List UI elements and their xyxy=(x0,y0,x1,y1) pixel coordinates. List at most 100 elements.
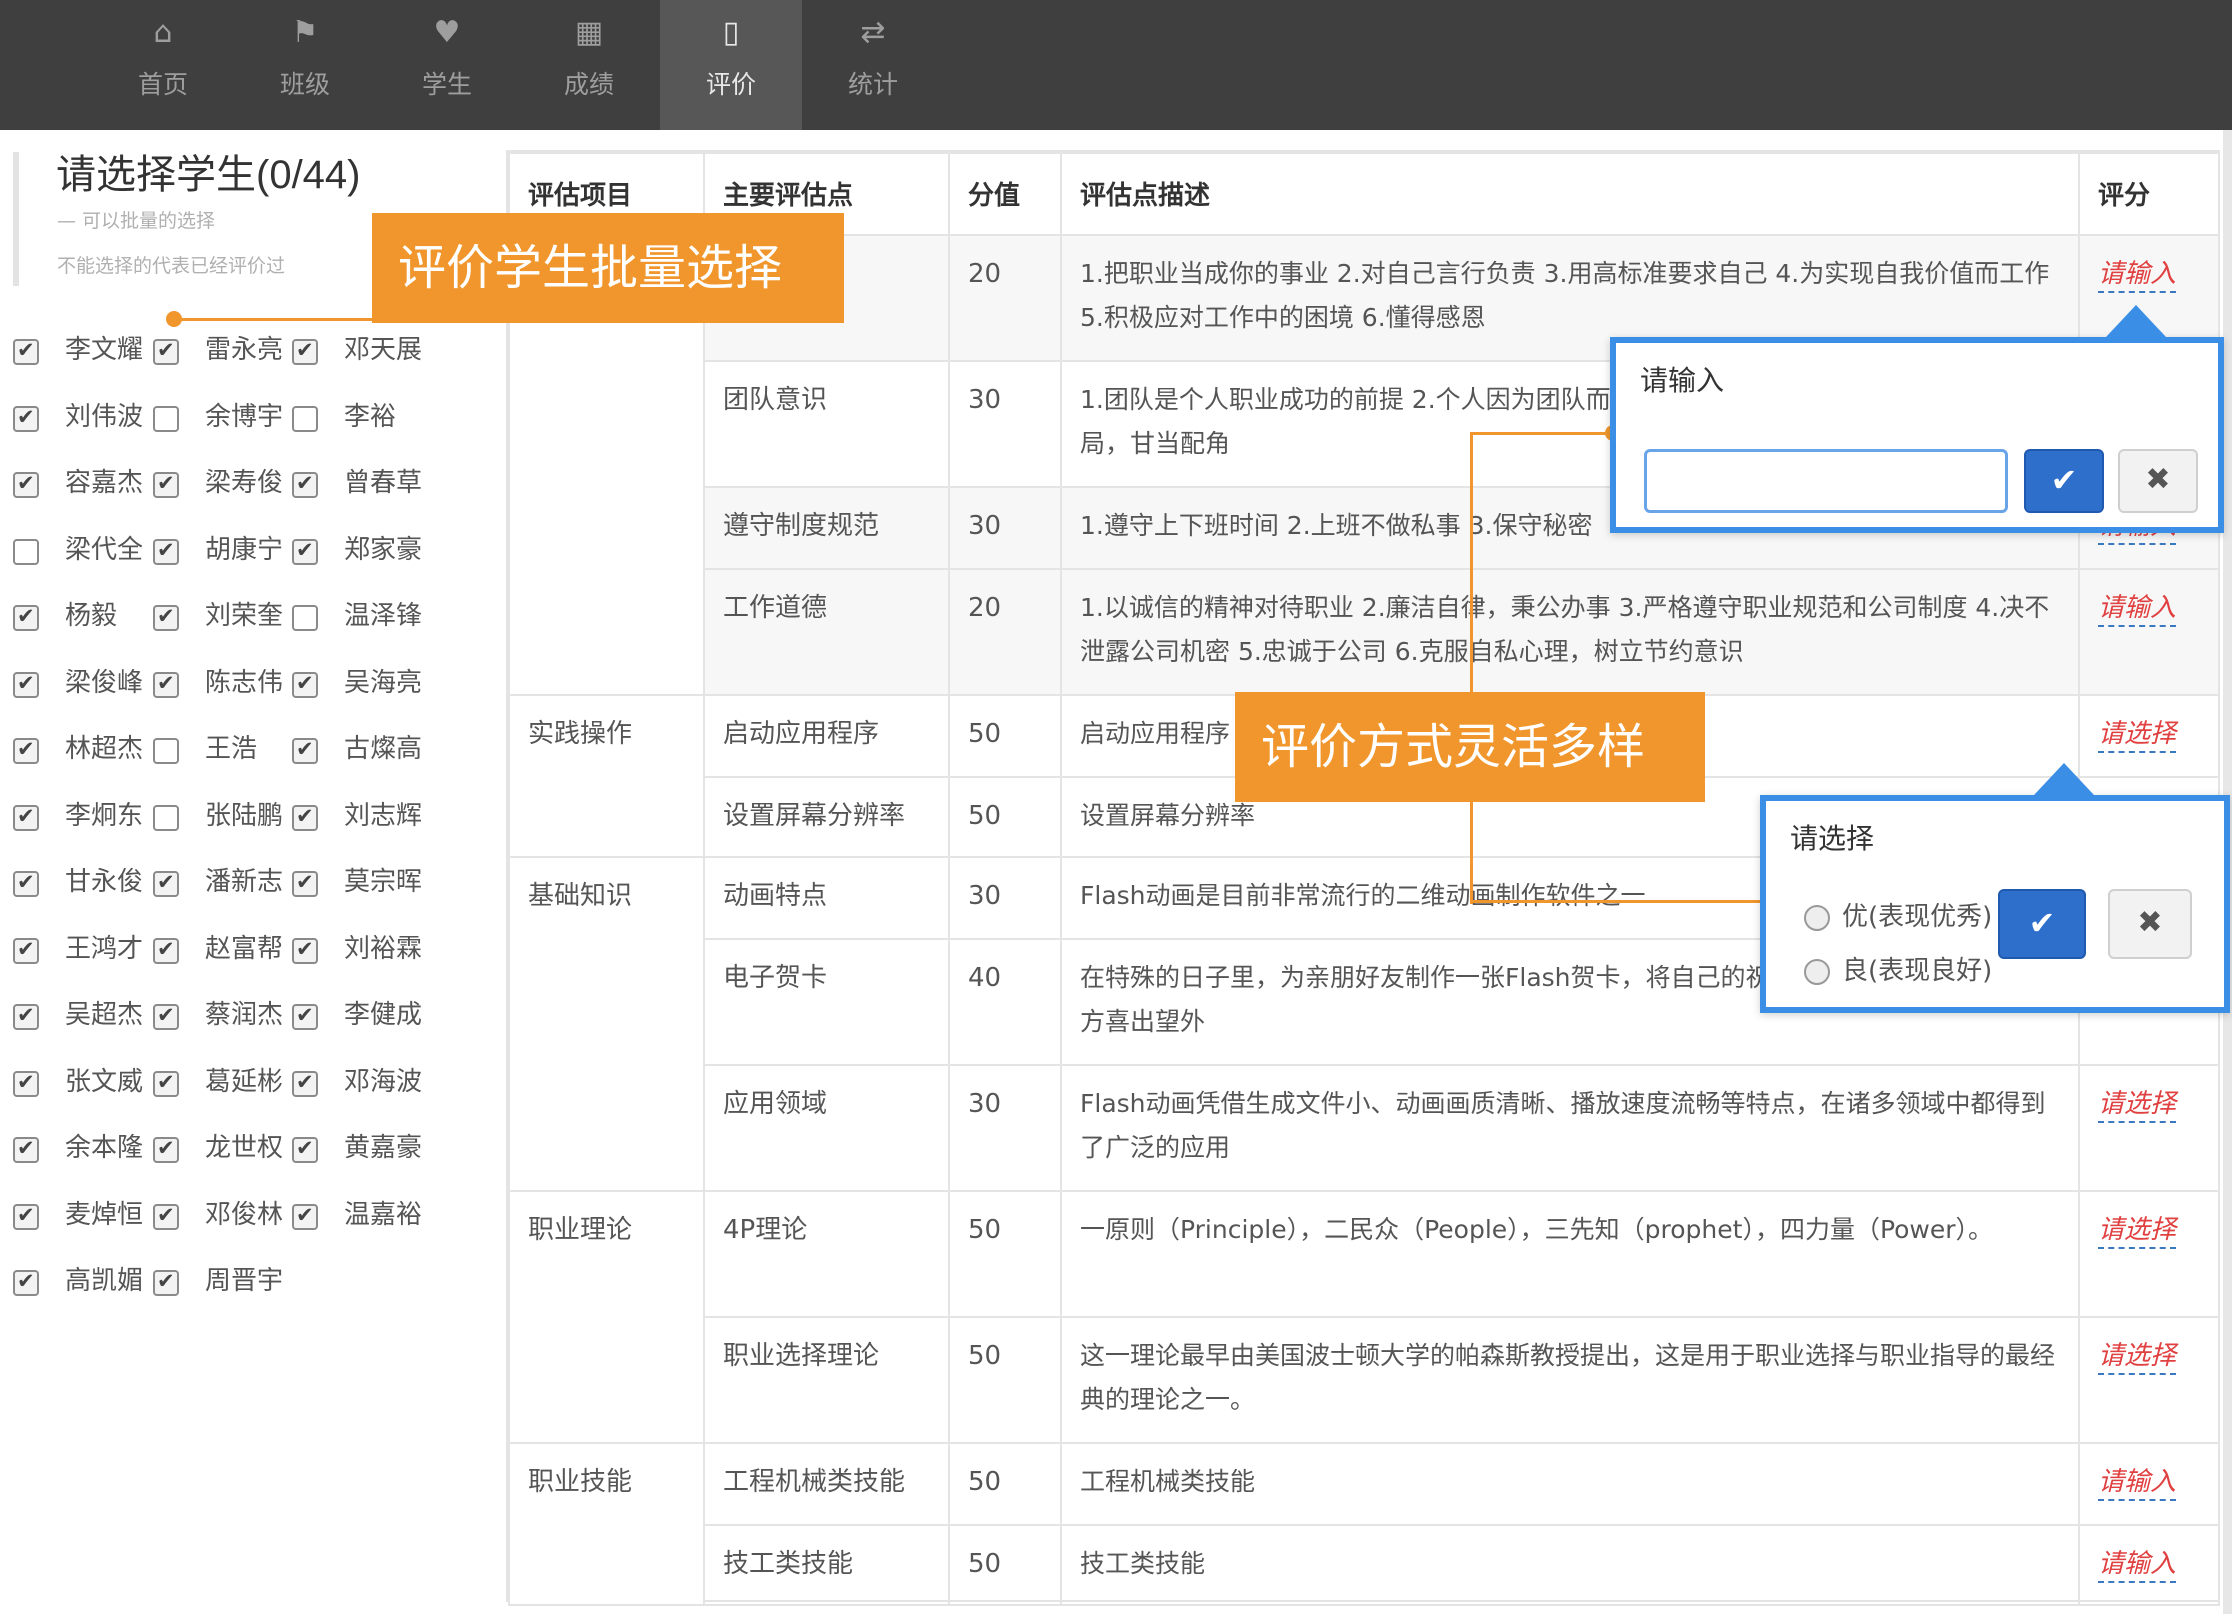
table-row: 职业技能 工程机械类技能 50 工程机械类技能 请输入 xyxy=(508,1442,2220,1606)
input-popover: 请输入 ✔ ✖ xyxy=(1610,305,2224,533)
nav-item-2[interactable]: ♥ 学生 xyxy=(376,0,518,130)
student-checkbox[interactable] xyxy=(13,737,39,764)
student-checkbox[interactable] xyxy=(292,605,318,631)
student-checkbox[interactable] xyxy=(292,471,318,498)
cell-point: 技工类技能 xyxy=(703,1524,950,1606)
student-checkbox[interactable] xyxy=(153,870,179,897)
student-name: 余博宇 xyxy=(205,401,284,432)
student-checkbox[interactable] xyxy=(13,405,39,432)
student-checkbox[interactable] xyxy=(13,1136,39,1163)
rating-link[interactable]: 请输入 xyxy=(2098,1549,2177,1583)
nav-item-label: 评价 xyxy=(705,70,756,99)
student-checkbox[interactable] xyxy=(292,671,318,698)
radio-button[interactable] xyxy=(1804,959,1830,985)
table-row: 工作道德 20 1.以诚信的精神对待职业 2.廉洁自律，秉公办事 3.严格遵守职业规… xyxy=(509,568,2220,696)
cell-score: 30 xyxy=(948,856,1062,940)
cancel-button[interactable]: ✖ xyxy=(2108,889,2192,959)
student-checkbox[interactable] xyxy=(153,738,179,764)
rating-link[interactable]: 请输入 xyxy=(2098,593,2177,627)
cell-score: 50 xyxy=(948,1524,1062,1606)
student-name: 梁俊峰 xyxy=(65,667,144,698)
student-name: 葛延彬 xyxy=(205,1066,284,1097)
confirm-button[interactable]: ✔ xyxy=(1998,889,2086,959)
rating-link[interactable]: 请输入 xyxy=(2098,259,2177,293)
student-checkbox[interactable] xyxy=(13,1203,39,1230)
student-checkbox[interactable] xyxy=(13,1269,39,1296)
student-checkbox[interactable] xyxy=(153,1269,179,1296)
student-checkbox[interactable] xyxy=(292,1003,318,1030)
title-accent-bar xyxy=(13,152,19,286)
student-checkbox[interactable] xyxy=(292,405,318,432)
student-checkbox[interactable] xyxy=(292,870,318,897)
student-name: 高凯媚 xyxy=(65,1266,144,1296)
batch-select-hint: — 可以批量的选择 xyxy=(57,210,216,232)
student-name: 潘新志 xyxy=(205,867,284,897)
student-checkbox[interactable] xyxy=(153,538,179,565)
student-name: 麦焯恒 xyxy=(65,1199,144,1230)
student-checkbox[interactable] xyxy=(13,804,39,831)
rating-link[interactable]: 请输入 xyxy=(2098,1467,2177,1501)
nav-item-label: 统计 xyxy=(847,70,898,99)
student-checkbox[interactable] xyxy=(153,671,179,698)
student-checkbox[interactable] xyxy=(292,937,318,964)
student-checkbox[interactable] xyxy=(153,1003,179,1030)
student-checkbox[interactable] xyxy=(153,937,179,964)
rating-link[interactable]: 请选择 xyxy=(2098,1215,2177,1249)
student-name: 赵富帮 xyxy=(205,933,284,964)
student-checkbox[interactable] xyxy=(292,804,318,831)
cell-rating: 请输入 xyxy=(2078,1524,2220,1606)
student-checkbox[interactable] xyxy=(13,604,39,631)
student-checkbox[interactable] xyxy=(292,538,318,565)
student-checkbox[interactable] xyxy=(153,405,179,432)
rating-link[interactable]: 请选择 xyxy=(2098,1089,2177,1123)
student-checkbox[interactable] xyxy=(292,338,318,365)
student-checkbox[interactable] xyxy=(13,338,39,365)
cell-rating: 请选择 xyxy=(2078,1064,2220,1192)
student-name: 林超杰 xyxy=(65,734,144,764)
student-checkbox[interactable] xyxy=(13,870,39,897)
student-checkbox[interactable] xyxy=(153,338,179,365)
student-checkbox[interactable] xyxy=(153,1136,179,1163)
nav-item-0[interactable]: ⌂ 首页 xyxy=(92,0,234,130)
cell-point: 工作道德 xyxy=(703,568,950,696)
student-checkbox[interactable] xyxy=(153,1070,179,1097)
student-checkbox[interactable] xyxy=(292,1136,318,1163)
student-checkbox[interactable] xyxy=(13,1070,39,1097)
callout-line xyxy=(1470,432,1473,904)
table-row: 应用领域 30 Flash动画凭借生成文件小、动画画质清晰、播放速度流畅等特点，在诸… xyxy=(509,1064,2220,1192)
score-input[interactable] xyxy=(1644,449,2008,513)
flag-icon: ⚑ xyxy=(291,15,319,50)
rating-link[interactable]: 请选择 xyxy=(2098,719,2177,753)
cancel-button[interactable]: ✖ xyxy=(2118,449,2198,513)
student-checkbox[interactable] xyxy=(153,804,179,831)
student-checkbox[interactable] xyxy=(13,1003,39,1030)
radio-button[interactable] xyxy=(1804,905,1830,931)
close-icon: ✖ xyxy=(2137,905,2163,940)
rating-link[interactable]: 请选择 xyxy=(2098,1341,2177,1375)
callout-flexible: 评价方式灵活多样 xyxy=(1235,692,1705,802)
student-name: 刘荣奎 xyxy=(205,601,284,631)
cell-category: 实践操作 xyxy=(508,694,705,858)
cell-point: 动画特点 xyxy=(703,856,950,940)
student-checkbox[interactable] xyxy=(13,937,39,964)
student-checkbox[interactable] xyxy=(292,737,318,764)
student-name: 王浩 xyxy=(205,734,258,764)
student-checkbox[interactable] xyxy=(13,671,39,698)
nav-item-4[interactable]: ▯ 评价 xyxy=(660,0,802,130)
student-checkbox[interactable] xyxy=(153,471,179,498)
student-checkbox[interactable] xyxy=(13,538,39,565)
student-select-title: 请选择学生(0/44) xyxy=(56,153,361,197)
cell-rating: 请输入 xyxy=(2078,568,2220,696)
nav-item-3[interactable]: ▦ 成绩 xyxy=(518,0,660,130)
student-checkbox[interactable] xyxy=(292,1070,318,1097)
popover-arrow xyxy=(2034,763,2094,795)
student-checkbox[interactable] xyxy=(153,604,179,631)
student-checkbox[interactable] xyxy=(153,1203,179,1230)
confirm-button[interactable]: ✔ xyxy=(2024,449,2104,513)
student-checkbox[interactable] xyxy=(292,1203,318,1230)
nav-item-label: 班级 xyxy=(279,70,330,99)
nav-item-1[interactable]: ⚑ 班级 xyxy=(234,0,376,130)
student-checkbox[interactable] xyxy=(13,471,39,498)
nav-item-5[interactable]: ⇄ 统计 xyxy=(802,0,944,130)
student-name: 李健成 xyxy=(344,1000,423,1030)
